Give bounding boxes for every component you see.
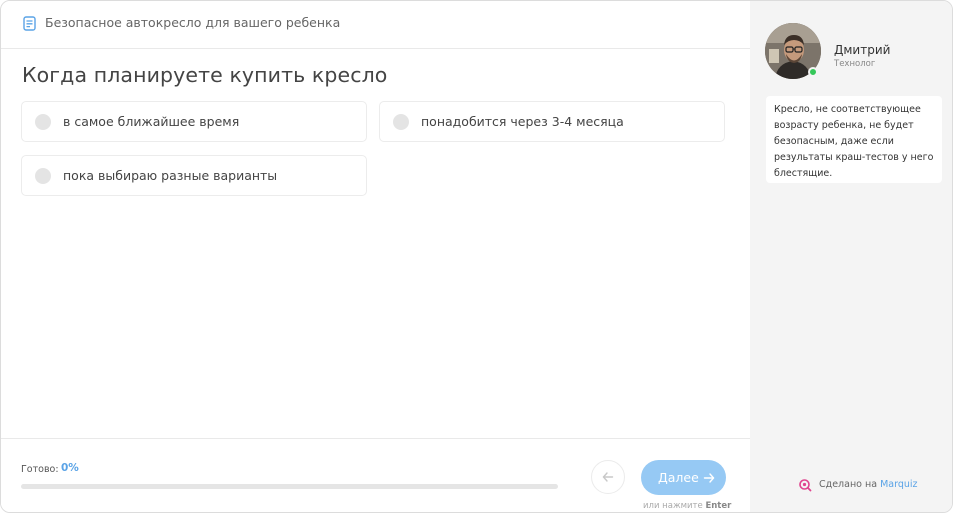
- manager-sidebar: Дмитрий Технолог Кресло, не соответствую…: [750, 1, 952, 512]
- option-label: в самое ближайшее время: [63, 114, 240, 129]
- radio-button[interactable]: [35, 114, 51, 130]
- marquiz-logo-icon: [799, 479, 812, 492]
- enter-hint: или нажмите Enter: [643, 501, 731, 511]
- quiz-title: Безопасное автокресло для вашего ребенка: [45, 15, 341, 30]
- message-line: безопасным, даже если: [774, 136, 894, 147]
- made-by-prefix: Сделано на: [819, 479, 878, 490]
- quiz-header: Безопасное автокресло для вашего ребенка: [1, 1, 750, 49]
- progress-value: 0%: [61, 462, 79, 474]
- option-label: понадобится через 3-4 месяца: [421, 114, 624, 129]
- next-button-label: Далее: [658, 470, 699, 485]
- next-button[interactable]: Далее: [641, 460, 726, 495]
- question-title: Когда планируете купить кресло: [22, 63, 388, 87]
- quiz-main: Безопасное автокресло для вашего ребенка…: [1, 1, 750, 512]
- message-line: результаты краш-тестов у него: [774, 152, 934, 163]
- radio-button[interactable]: [393, 114, 409, 130]
- radio-button[interactable]: [35, 168, 51, 184]
- quiz-footer: Готово: 0% Далее или нажмите Enter: [1, 438, 750, 512]
- arrow-right-icon: [703, 473, 715, 483]
- arrow-left-icon: [602, 472, 614, 482]
- message-line: возрасту ребенка, не будет: [774, 120, 914, 131]
- enter-hint-key: Enter: [705, 501, 732, 511]
- manager-role: Технолог: [834, 59, 876, 69]
- made-by-brand[interactable]: Marquiz: [880, 479, 917, 490]
- back-button[interactable]: [591, 460, 625, 494]
- progress-label: Готово:: [21, 464, 59, 475]
- option-3-4-months[interactable]: понадобится через 3-4 месяца: [379, 101, 725, 142]
- made-by-link[interactable]: Сделано на Marquiz: [819, 479, 918, 490]
- form-list-icon: [23, 16, 36, 31]
- quiz-window: Безопасное автокресло для вашего ребенка…: [0, 0, 953, 513]
- message-line: Кресло, не соответствующее: [774, 104, 921, 115]
- manager-name: Дмитрий: [834, 43, 891, 57]
- option-label: пока выбираю разные варианты: [63, 168, 278, 183]
- option-still-choosing[interactable]: пока выбираю разные варианты: [21, 155, 367, 196]
- progress-bar: [21, 484, 558, 489]
- online-status-dot: [808, 67, 818, 77]
- message-line: блестящие.: [774, 168, 833, 179]
- option-asap[interactable]: в самое ближайшее время: [21, 101, 367, 142]
- enter-hint-prefix: или нажмите: [643, 501, 703, 511]
- manager-message: Кресло, не соответствующее возрасту ребе…: [766, 96, 942, 183]
